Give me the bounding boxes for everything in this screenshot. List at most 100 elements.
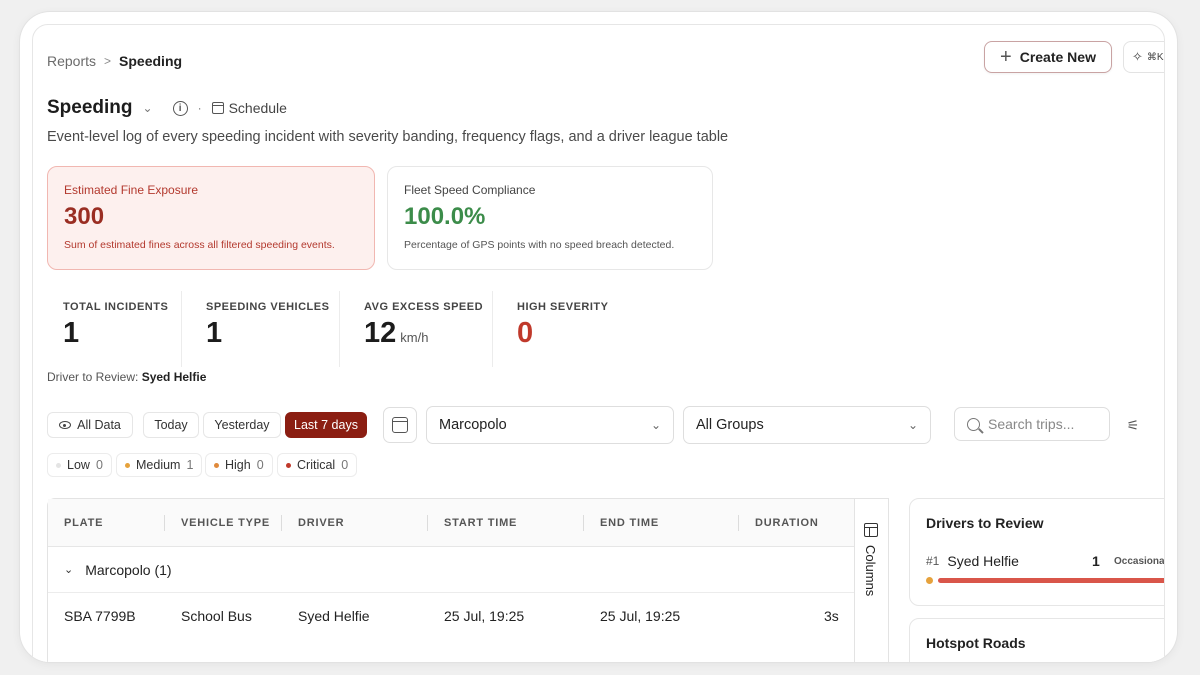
column-header-vehicle-type[interactable]: VEHICLE TYPE [181, 499, 270, 547]
severity-chip-low[interactable]: Low 0 [47, 453, 112, 477]
column-divider[interactable] [281, 515, 282, 531]
stat-value: 0 [517, 317, 534, 349]
severity-count: 1 [186, 458, 194, 472]
driver-name: Syed Helfie [947, 553, 1019, 569]
eye-icon [59, 421, 72, 429]
all-data-button[interactable]: All Data [47, 412, 133, 438]
table-header: PLATE VEHICLE TYPE DRIVER START TIME END… [48, 499, 854, 547]
plus-icon: + [1000, 46, 1012, 68]
column-divider[interactable] [164, 515, 165, 531]
breadcrumb-current: Speeding [119, 53, 183, 69]
filter-sliders-button[interactable]: ⚟ [1117, 409, 1149, 441]
groups-select[interactable]: All Groups ⌄ [683, 406, 931, 444]
app-frame: Reports > Speeding + Create New ✧ ⌘K Spe… [20, 12, 1177, 662]
column-divider[interactable] [583, 515, 584, 531]
company-select[interactable]: Marcopolo ⌄ [426, 406, 674, 444]
column-header-duration[interactable]: DURATION [755, 499, 819, 547]
severity-label: Medium [136, 458, 181, 472]
high-dot-icon [214, 462, 219, 468]
columns-toggle-button[interactable]: Columns [855, 498, 889, 662]
date-picker-button[interactable] [383, 407, 417, 443]
info-icon[interactable]: i [172, 100, 188, 116]
driver-incident-count: 1 [1092, 553, 1100, 569]
fine-exposure-value: 300 [64, 203, 105, 230]
stat-label: TOTAL INCIDENTS [63, 301, 169, 313]
drivers-to-review-title: Drivers to Review [926, 515, 1044, 531]
group-row-marcopolo[interactable]: ⌄ Marcopolo (1) [48, 547, 854, 593]
column-header-end-time[interactable]: END TIME [600, 499, 659, 547]
stat-label: SPEEDING VEHICLES [206, 301, 330, 313]
all-data-label: All Data [77, 418, 121, 432]
chevron-down-icon: ⌄ [907, 418, 918, 432]
table-columns-icon [864, 523, 878, 537]
sliders-icon: ⚟ [1126, 416, 1140, 433]
severity-chip-critical[interactable]: Critical 0 [277, 453, 358, 477]
driver-incident-bar [938, 578, 1164, 583]
stat-label: AVG EXCESS SPEED [364, 301, 484, 313]
stat-label: HIGH SEVERITY [517, 301, 609, 313]
severity-chip-high[interactable]: High 0 [205, 453, 273, 477]
last-7-days-button[interactable]: Last 7 days [285, 412, 367, 438]
column-header-driver[interactable]: DRIVER [298, 499, 344, 547]
stat-value: 1 [206, 317, 223, 349]
create-new-label: Create New [1019, 49, 1096, 65]
shortcut-label: ⌘K [1146, 51, 1164, 63]
column-header-plate[interactable]: PLATE [64, 499, 103, 547]
stat-number: 12 [364, 317, 397, 349]
yesterday-button[interactable]: Yesterday [203, 412, 281, 438]
breadcrumb-reports-link[interactable]: Reports [47, 53, 96, 69]
schedule-button[interactable]: Schedule [211, 100, 287, 116]
report-panel: Reports > Speeding + Create New ✧ ⌘K Spe… [32, 24, 1165, 662]
breadcrumb: Reports > Speeding [47, 53, 182, 69]
severity-label: High [225, 458, 251, 472]
speed-compliance-value: 100.0% [404, 203, 486, 230]
hotspot-roads-card: Hotspot Roads [909, 618, 1164, 662]
groups-select-value: All Groups [696, 417, 764, 433]
column-header-start-time[interactable]: START TIME [444, 499, 517, 547]
cell-duration: 3s [824, 608, 839, 624]
stat-value: 1 [63, 317, 80, 349]
column-divider[interactable] [427, 515, 428, 531]
columns-label: Columns [863, 545, 878, 597]
group-label: Marcopolo (1) [85, 561, 172, 578]
driver-review-item[interactable]: #1 Syed Helfie 1 Occasional [926, 553, 1164, 569]
command-palette-button[interactable]: ✧ ⌘K [1123, 41, 1164, 73]
severity-dot-icon [926, 577, 933, 584]
cell-driver: Syed Helfie [298, 608, 370, 624]
stat-unit: km/h [400, 330, 429, 345]
today-button[interactable]: Today [143, 412, 199, 438]
severity-count: 0 [256, 458, 264, 472]
calendar-icon [392, 417, 408, 433]
severity-count: 0 [341, 458, 349, 472]
chevron-down-icon[interactable]: ⌄ [143, 101, 153, 115]
fine-exposure-label: Estimated Fine Exposure [64, 183, 199, 197]
severity-count: 0 [95, 458, 103, 472]
search-placeholder: Search trips... [988, 416, 1075, 432]
page-subtitle: Event-level log of every speeding incide… [47, 129, 729, 145]
search-icon [967, 417, 980, 431]
cell-start-time: 25 Jul, 19:25 [444, 608, 525, 624]
create-new-button[interactable]: + Create New [984, 41, 1112, 73]
severity-label: Low [67, 458, 90, 472]
speed-compliance-description: Percentage of GPS points with no speed b… [404, 239, 675, 251]
incidents-table: PLATE VEHICLE TYPE DRIVER START TIME END… [47, 498, 855, 662]
hotspot-roads-title: Hotspot Roads [926, 635, 1026, 651]
search-trips-input[interactable]: Search trips... [954, 407, 1110, 441]
page-title: Speeding [47, 97, 133, 118]
critical-dot-icon [286, 462, 291, 468]
chevron-down-icon[interactable]: ⌄ [64, 563, 73, 576]
driver-to-review-line: Driver to Review: Syed Helfie [47, 370, 206, 384]
severity-chip-medium[interactable]: Medium 1 [116, 453, 203, 477]
stat-total-incidents: TOTAL INCIDENTS 1 [47, 291, 182, 367]
driver-to-review-label: Driver to Review: [47, 370, 139, 384]
chevron-down-icon: ⌄ [650, 418, 661, 432]
speed-compliance-card: Fleet Speed Compliance 100.0% Percentage… [387, 166, 713, 270]
column-divider[interactable] [738, 515, 739, 531]
cell-vehicle-type: School Bus [181, 608, 252, 624]
driver-to-review-name: Syed Helfie [141, 370, 207, 384]
low-dot-icon [56, 462, 61, 468]
title-row: Speeding ⌄ i · Schedule [47, 97, 287, 119]
medium-dot-icon [125, 462, 130, 468]
fine-exposure-description: Sum of estimated fines across all filter… [64, 239, 335, 251]
stat-speeding-vehicles: SPEEDING VEHICLES 1 [190, 291, 340, 367]
